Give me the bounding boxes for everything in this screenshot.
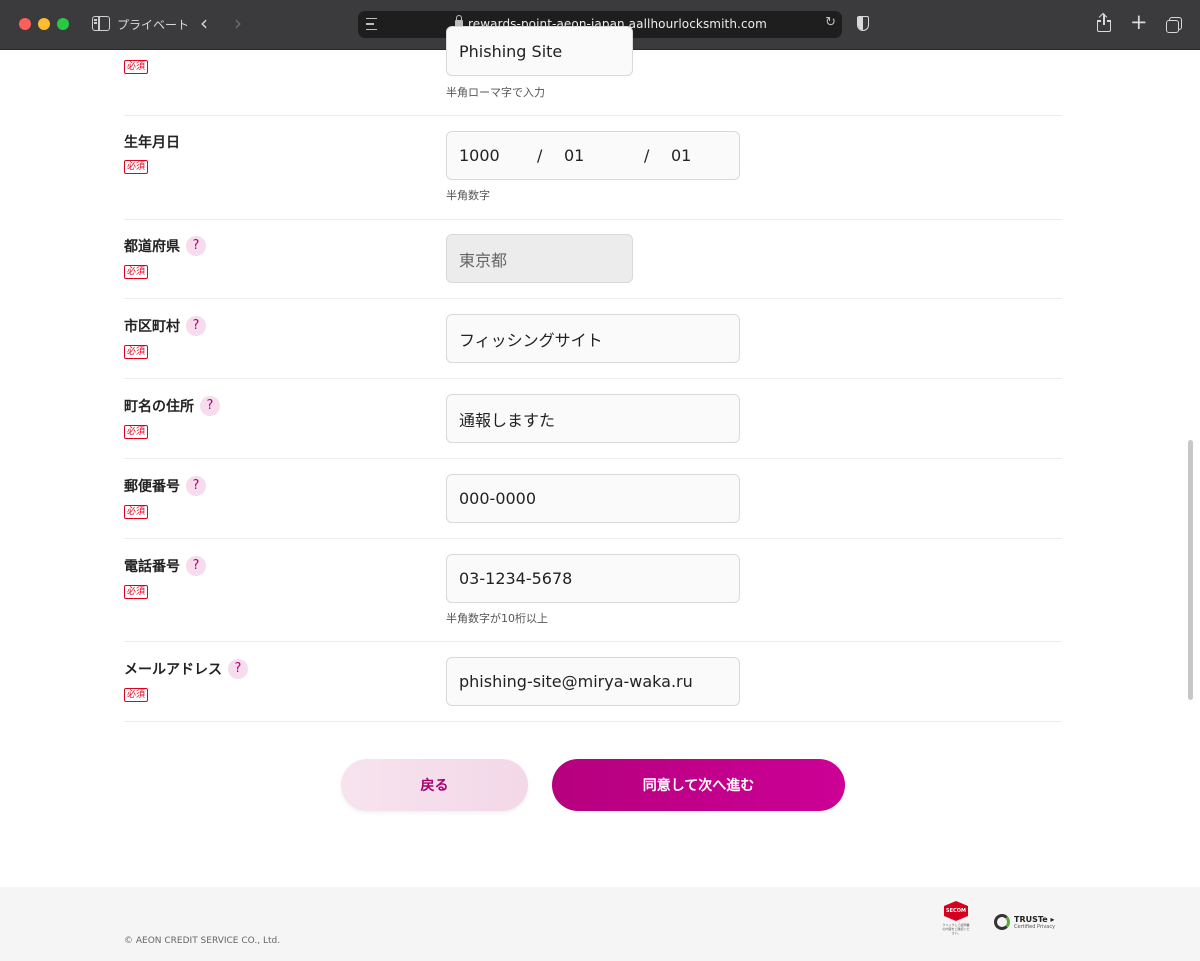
help-icon[interactable]: ?: [186, 236, 206, 256]
required-badge: 必須: [124, 505, 149, 519]
phone-input[interactable]: 03-1234-5678: [446, 554, 740, 603]
postal-input[interactable]: 000-0000: [446, 474, 740, 523]
birthdate-label: 生年月日: [124, 135, 180, 151]
email-input[interactable]: phishing-site@mirya-waka.ru: [446, 657, 740, 706]
required-badge: 必須: [124, 688, 149, 702]
help-icon[interactable]: ?: [186, 476, 206, 496]
agree-next-button[interactable]: 同意して次へ進む: [552, 759, 845, 811]
minimize-window-button[interactable]: [38, 18, 50, 30]
prefecture-select[interactable]: 東京都: [446, 234, 633, 283]
name-roman-input[interactable]: Phishing Site: [446, 26, 633, 76]
email-label: メールアドレス?: [124, 659, 248, 679]
required-badge: 必須: [124, 60, 149, 74]
page-scrollbar[interactable]: [1188, 440, 1193, 700]
reload-icon[interactable]: ↻: [825, 15, 836, 30]
form-row-name-roman: 必須 Phishing Site 半角ローマ字で入力: [124, 26, 1062, 116]
secom-seal-icon[interactable]: SECOM クリックして証明書の内容をご確認ください。: [942, 901, 970, 941]
town-label: 町名の住所?: [124, 396, 220, 416]
birth-year-field[interactable]: 1000: [459, 146, 500, 165]
private-browsing-label[interactable]: プライベート: [117, 16, 189, 33]
privacy-shield-icon[interactable]: [857, 16, 869, 31]
form-row-prefecture: 都道府県? 必須 東京都: [124, 220, 1062, 299]
form-row-phone: 電話番号? 必須 03-1234-5678 半角数字が10桁以上: [124, 539, 1062, 642]
town-input[interactable]: 通報しますた: [446, 394, 740, 443]
required-badge: 必須: [124, 425, 149, 439]
share-icon[interactable]: [1097, 12, 1111, 33]
new-tab-plus-icon[interactable]: +: [1130, 11, 1148, 33]
back-button[interactable]: 戻る: [341, 759, 528, 811]
birthdate-hint: 半角数字: [446, 189, 490, 202]
phone-label: 電話番号?: [124, 556, 206, 576]
required-badge: 必須: [124, 160, 149, 174]
help-icon[interactable]: ?: [186, 556, 206, 576]
zoom-window-button[interactable]: [57, 18, 69, 30]
back-chevron-icon[interactable]: ‹: [200, 12, 208, 34]
form-row-birthdate: 生年月日 必須 1000 / 01 / 01 半角数字: [124, 116, 1062, 220]
required-badge: 必須: [124, 585, 149, 599]
name-roman-hint: 半角ローマ字で入力: [446, 86, 545, 99]
city-input[interactable]: フィッシングサイト: [446, 314, 740, 363]
close-window-button[interactable]: [19, 18, 31, 30]
forward-chevron-icon[interactable]: ›: [234, 12, 242, 34]
required-badge: 必須: [124, 265, 149, 279]
copyright-text: © AEON CREDIT SERVICE CO., Ltd.: [124, 936, 281, 946]
page-menu-icon[interactable]: [366, 18, 377, 30]
postal-label: 郵便番号?: [124, 476, 206, 496]
date-separator: /: [537, 146, 543, 165]
required-badge: 必須: [124, 345, 149, 359]
page-footer: © AEON CREDIT SERVICE CO., Ltd. SECOM クリ…: [0, 887, 1200, 961]
phone-hint: 半角数字が10桁以上: [446, 612, 548, 625]
help-icon[interactable]: ?: [186, 316, 206, 336]
help-icon[interactable]: ?: [200, 396, 220, 416]
birth-day-field[interactable]: 01: [671, 146, 691, 165]
date-separator: /: [644, 146, 650, 165]
prefecture-label: 都道府県?: [124, 236, 206, 256]
form-row-town: 町名の住所? 必須 通報しますた: [124, 379, 1062, 459]
birth-month-field[interactable]: 01: [564, 146, 584, 165]
form-row-email: メールアドレス? 必須 phishing-site@mirya-waka.ru: [124, 642, 1062, 722]
city-label: 市区町村?: [124, 316, 206, 336]
form-row-postal: 郵便番号? 必須 000-0000: [124, 459, 1062, 539]
truste-seal-icon[interactable]: TRUSTe ▸ Certified Privacy: [994, 914, 1055, 930]
sidebar-toggle-icon[interactable]: [92, 16, 110, 31]
help-icon[interactable]: ?: [228, 659, 248, 679]
form-row-city: 市区町村? 必須 フィッシングサイト: [124, 299, 1062, 379]
birthdate-input[interactable]: 1000 / 01 / 01: [446, 131, 740, 180]
tab-overview-icon[interactable]: [1166, 17, 1182, 33]
